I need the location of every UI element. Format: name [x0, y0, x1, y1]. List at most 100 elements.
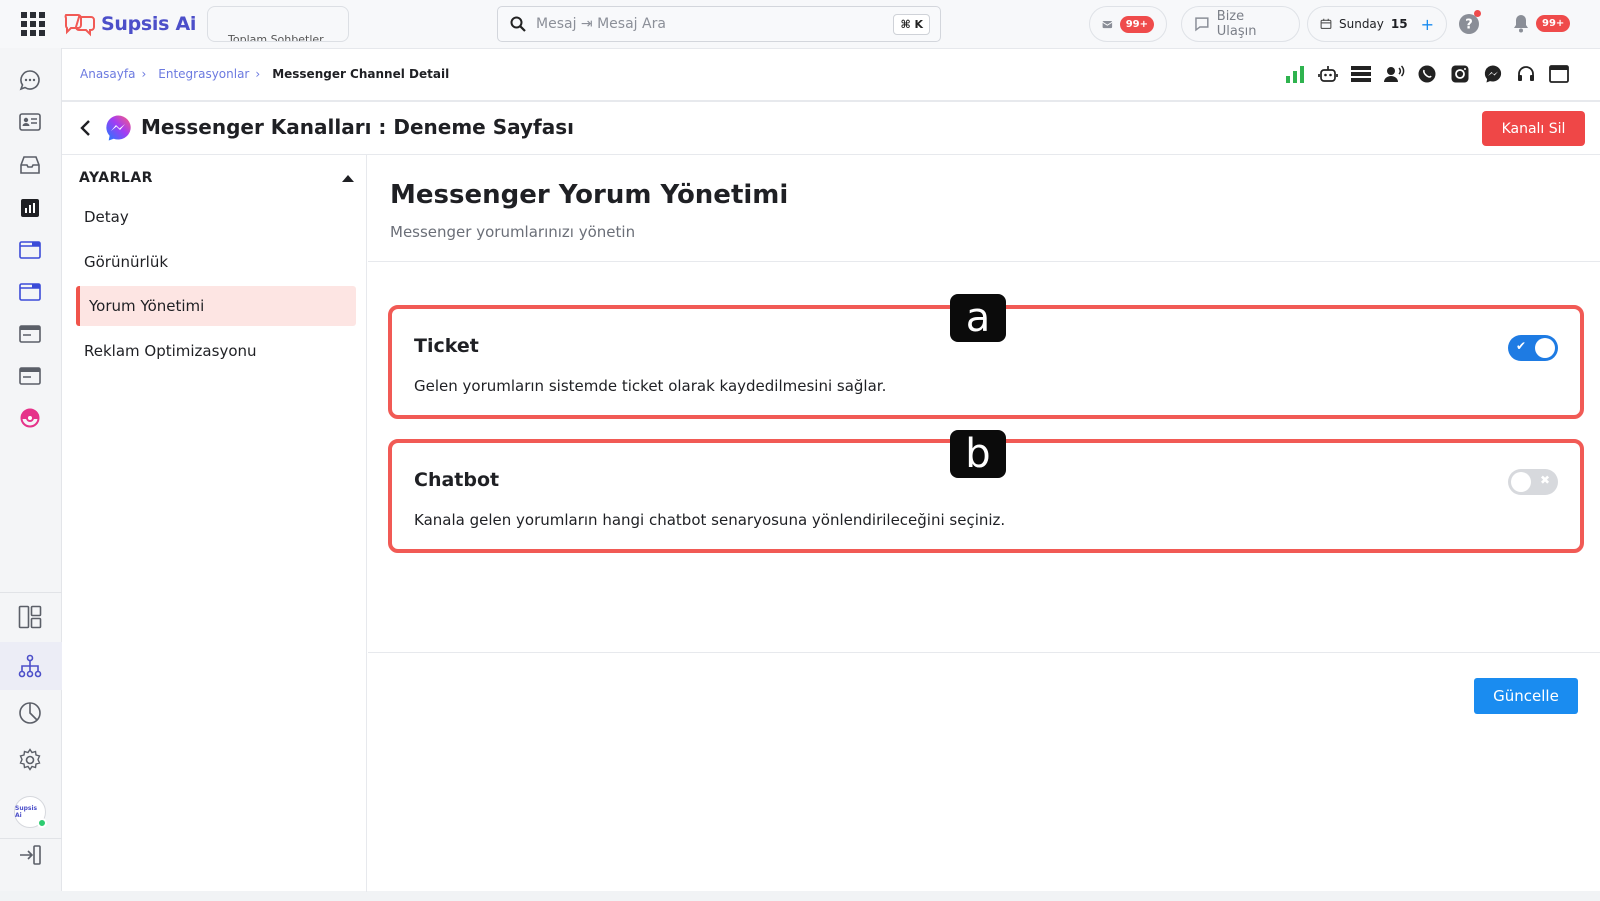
panel-icon: [19, 325, 41, 343]
toggle-knob: [1535, 338, 1555, 358]
close-icon: ✖: [1539, 473, 1550, 487]
signal-icon[interactable]: [1284, 63, 1306, 85]
apps-grid-icon[interactable]: [21, 12, 45, 36]
mail-badge: 99+: [1119, 15, 1154, 33]
settings-item-label: Görünürlük: [84, 253, 169, 271]
settings-item-label: Reklam Optimizasyonu: [84, 342, 257, 360]
rail-panel-1[interactable]: [18, 322, 42, 346]
bar-chart-icon: [21, 199, 39, 217]
panel-icon: [19, 367, 41, 385]
option-description: Gelen yorumların sistemde ticket olarak …: [414, 377, 887, 395]
breadcrumb-separator: ›: [255, 67, 261, 81]
rail-logout[interactable]: [18, 843, 42, 867]
avatar-text: Supsis Ai: [15, 805, 38, 819]
day-label: Sunday: [1338, 17, 1384, 31]
messenger-icon[interactable]: [1482, 63, 1504, 85]
delete-channel-button[interactable]: Kanalı Sil: [1482, 111, 1585, 146]
window-icon: [19, 241, 41, 259]
svg-text:?: ?: [1465, 18, 1473, 33]
contact-us-label: Bize Ulaşın: [1216, 9, 1257, 39]
window-icon: [19, 283, 41, 301]
app-logo[interactable]: Supsis Ai: [63, 9, 196, 39]
window-icon[interactable]: [1548, 63, 1570, 85]
ticket-toggle[interactable]: ✔: [1508, 335, 1558, 361]
breadcrumb-integrations[interactable]: Entegrasyonlar: [158, 67, 249, 81]
settings-heading-label: AYARLAR: [79, 170, 153, 186]
logout-icon: [20, 845, 41, 865]
notifications-button[interactable]: 99+: [1512, 13, 1571, 33]
caret-up-icon[interactable]: [342, 175, 354, 182]
update-button[interactable]: Güncelle: [1474, 678, 1578, 714]
option-title: Chatbot: [414, 469, 500, 491]
calendar-icon: [1320, 18, 1332, 30]
rail-window-2[interactable]: [18, 280, 42, 304]
rail-integrations[interactable]: [18, 654, 42, 678]
rail-integration[interactable]: [18, 406, 42, 430]
day-number: 15: [1390, 17, 1408, 31]
page-header: Messenger Kanalları : Deneme Sayfası Kan…: [62, 102, 1600, 154]
instagram-icon[interactable]: [1449, 63, 1471, 85]
date-widget[interactable]: Sunday 15 +: [1307, 6, 1447, 42]
pie-chart-icon: [19, 702, 41, 724]
search-bar[interactable]: ⌘ K: [497, 6, 941, 42]
option-description: Kanala gelen yorumların hangi chatbot se…: [414, 511, 1006, 529]
logo-icon: [64, 14, 95, 37]
search-icon: [510, 16, 526, 32]
voice-user-icon[interactable]: [1383, 63, 1405, 85]
chat-bubble-icon: [19, 70, 40, 91]
search-input[interactable]: [536, 16, 894, 32]
contact-us-button[interactable]: Bize Ulaşın: [1181, 6, 1300, 42]
rail-dashboard[interactable]: [18, 605, 42, 629]
pokeball-icon: [20, 408, 40, 428]
headset-icon[interactable]: [1515, 63, 1537, 85]
top-bar: Supsis Ai Toplam Sohbetler ⌘ K 99+ Bize …: [0, 0, 1600, 48]
mail-button[interactable]: 99+: [1089, 6, 1167, 42]
settings-item-detail[interactable]: Detay: [76, 197, 356, 237]
main-panel: Anasayfa › Entegrasyonlar › Messenger Chan…: [62, 48, 1600, 892]
whatsapp-icon[interactable]: [1416, 63, 1438, 85]
add-event-icon[interactable]: +: [1421, 15, 1434, 34]
rail-chats[interactable]: [18, 68, 42, 92]
help-notification-dot: [1474, 10, 1481, 17]
layout-icon: [18, 605, 42, 629]
rail-inbox[interactable]: [18, 153, 42, 177]
settings-item-label: Yorum Yönetimi: [89, 297, 205, 315]
rail-panel-2[interactable]: [18, 364, 42, 388]
rail-window-1[interactable]: [18, 238, 42, 262]
settings-content: Messenger Yorum Yönetimi Messenger yorum…: [368, 155, 1600, 892]
annotation-marker-a: a: [950, 294, 1006, 342]
messenger-logo-icon: [106, 115, 131, 141]
gear-icon: [19, 748, 41, 771]
settings-heading[interactable]: AYARLAR: [79, 170, 354, 186]
avatar[interactable]: Supsis Ai: [14, 796, 47, 828]
list-icon[interactable]: [1350, 63, 1372, 85]
back-arrow-icon[interactable]: [76, 118, 96, 138]
rail-contacts[interactable]: [18, 110, 42, 134]
settings-item-ad-optimization[interactable]: Reklam Optimizasyonu: [76, 331, 356, 371]
breadcrumb-home[interactable]: Anasayfa: [80, 67, 135, 81]
page-title: Messenger Kanalları : Deneme Sayfası: [141, 115, 574, 139]
section-title: Messenger Yorum Yönetimi: [390, 180, 789, 210]
hierarchy-icon: [18, 654, 42, 678]
breadcrumb-current: Messenger Channel Detail: [272, 67, 450, 81]
settings-item-visibility[interactable]: Görünürlük: [76, 242, 356, 282]
total-chats-widget[interactable]: Toplam Sohbetler: [207, 6, 349, 42]
divider: [368, 652, 1600, 653]
divider: [368, 261, 1600, 262]
rail-settings[interactable]: [18, 748, 42, 772]
annotation-marker-b: b: [950, 430, 1006, 478]
chatbot-toggle[interactable]: ✖: [1508, 469, 1558, 495]
section-subtitle: Messenger yorumlarınızı yönetin: [390, 223, 636, 241]
settings-sidebar: AYARLAR Detay Görünürlük Yorum Yönetimi …: [62, 155, 367, 892]
toggle-knob: [1511, 472, 1531, 492]
breadcrumb-separator: ›: [141, 67, 147, 81]
rail-analytics[interactable]: [18, 701, 42, 725]
robot-icon[interactable]: [1317, 63, 1339, 85]
mail-icon: [1102, 21, 1113, 29]
rail-reports[interactable]: [18, 196, 42, 220]
inbox-icon: [20, 156, 40, 174]
contact-card-icon: [19, 113, 41, 131]
notifications-badge: 99+: [1536, 14, 1571, 32]
settings-item-comment-management[interactable]: Yorum Yönetimi: [76, 286, 356, 326]
chat-bubble-icon: [1195, 17, 1209, 32]
